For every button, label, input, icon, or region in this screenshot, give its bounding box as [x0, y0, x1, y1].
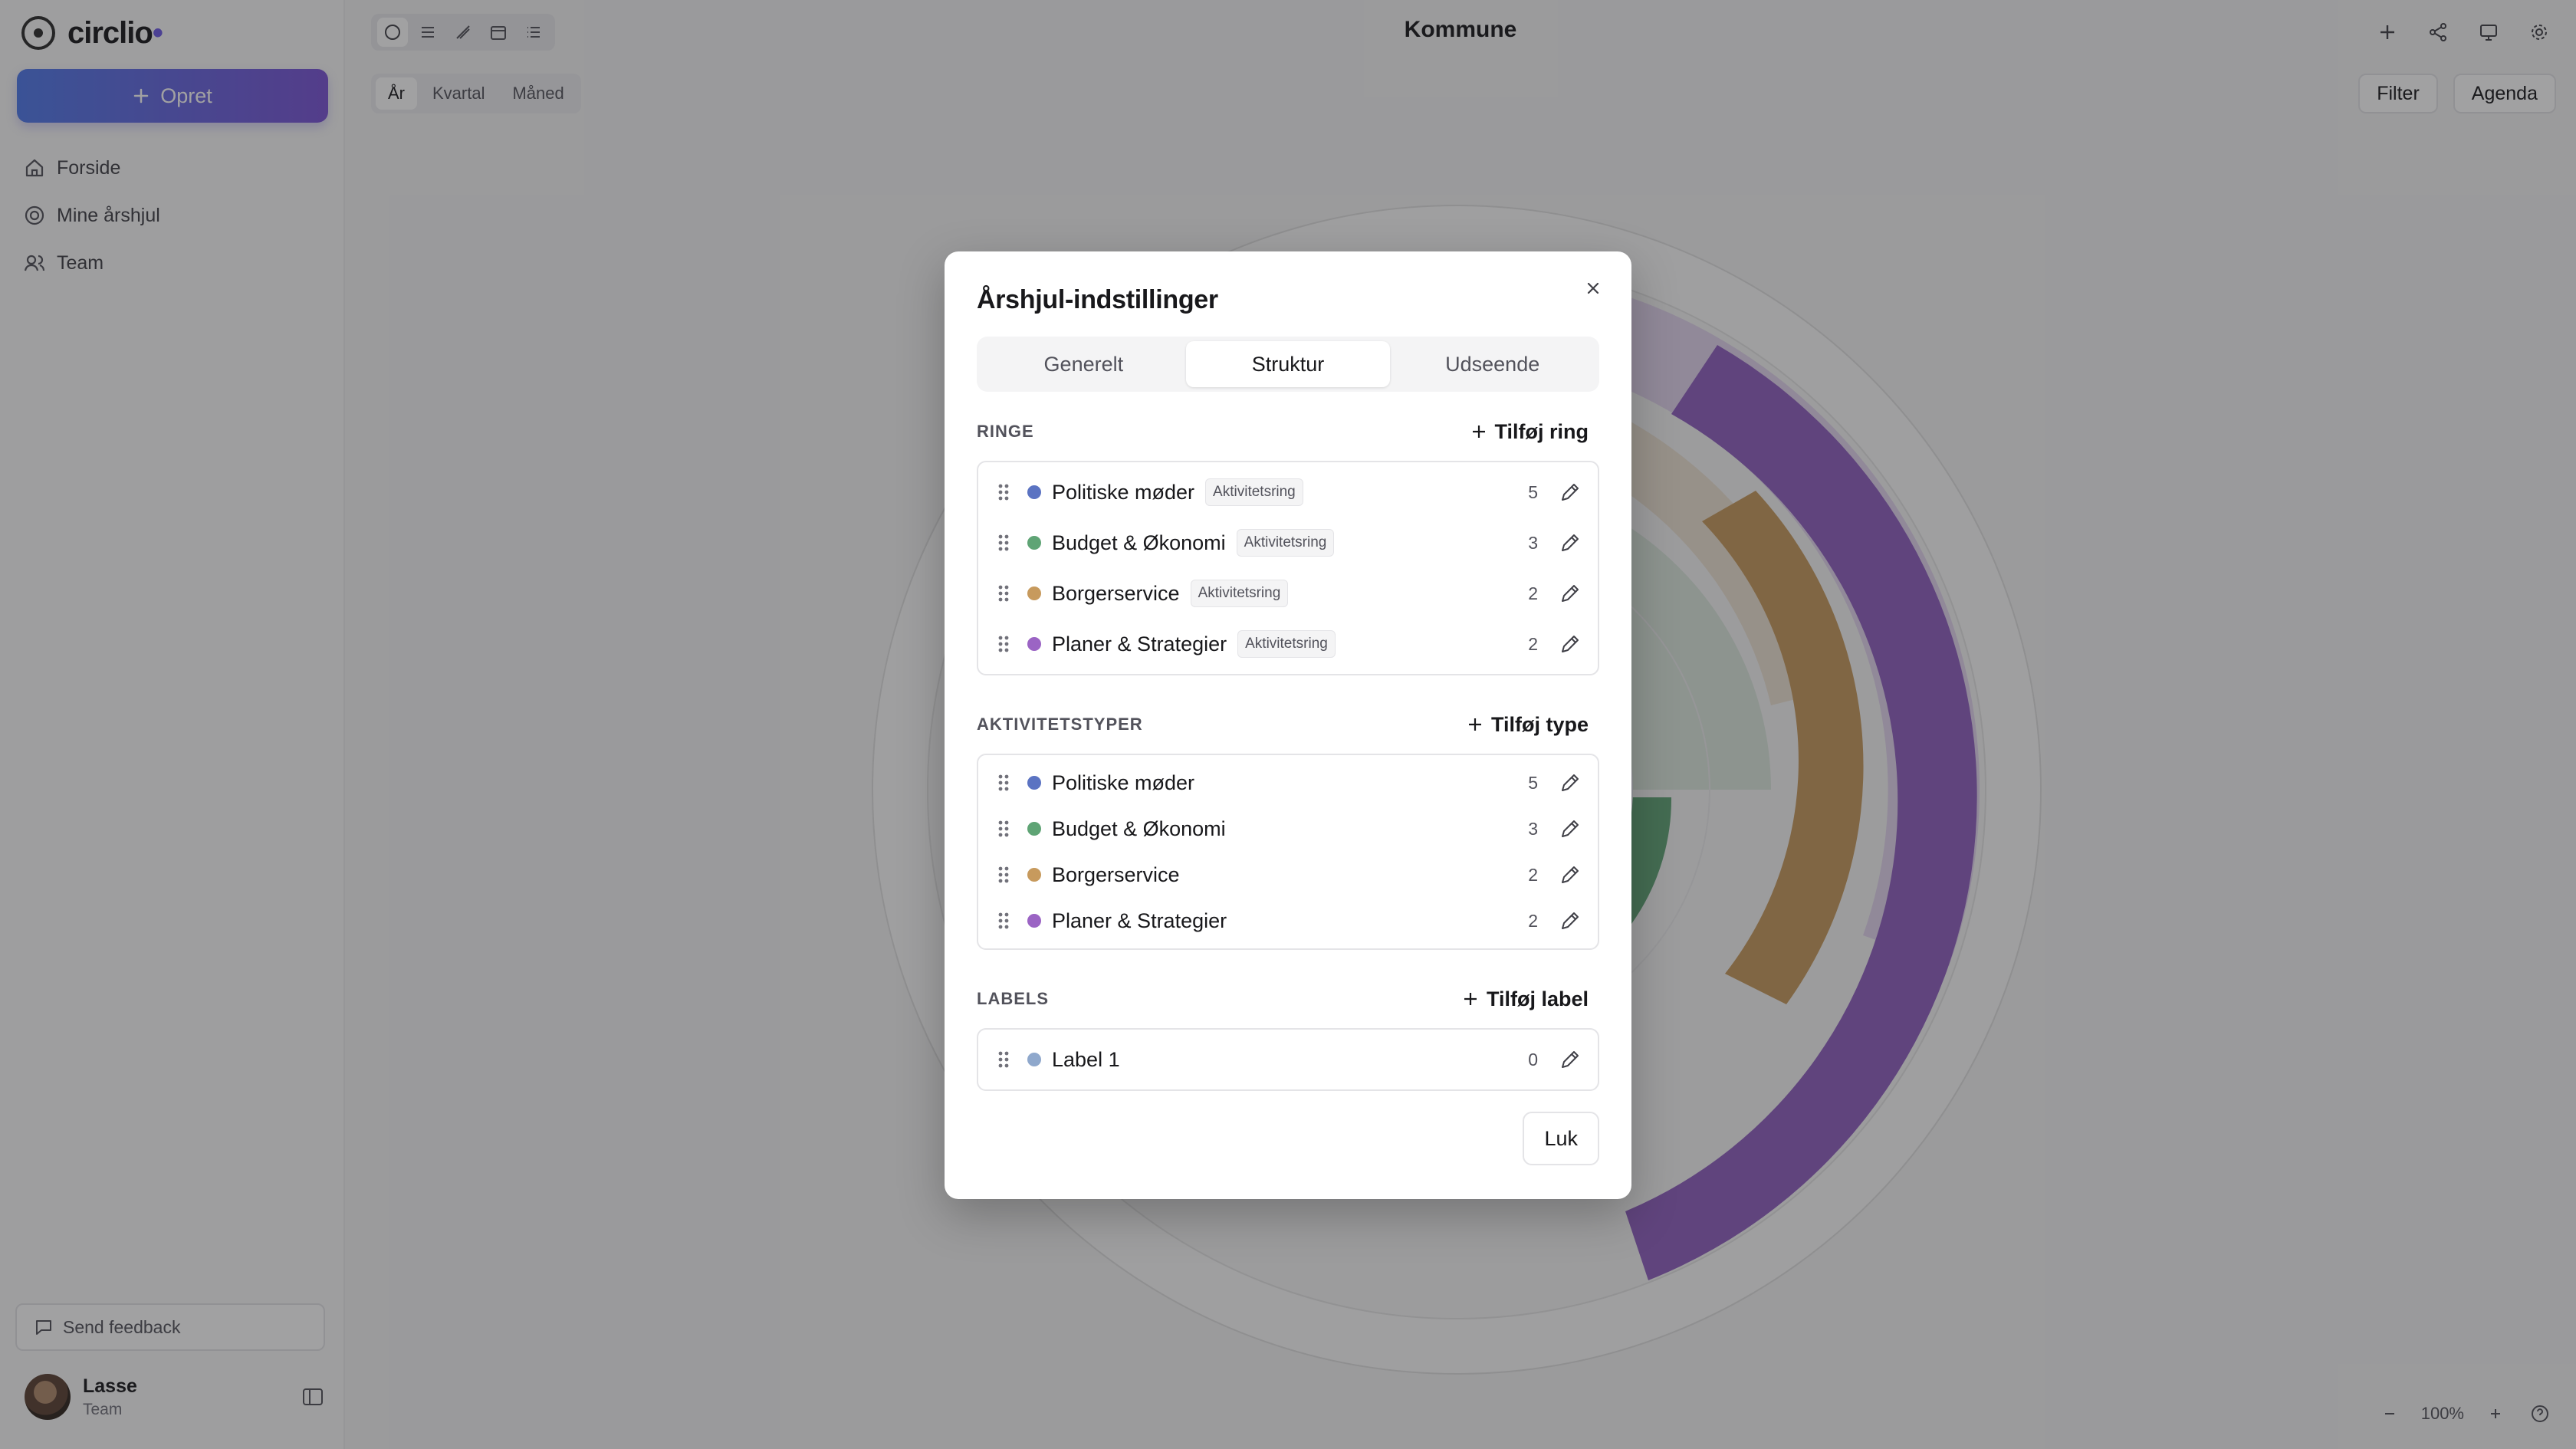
- drag-handle-icon[interactable]: [995, 771, 1012, 794]
- ring-type-badge: Aktivitetsring: [1205, 478, 1303, 506]
- ring-color-dot: [1027, 536, 1041, 550]
- pencil-icon[interactable]: [1558, 480, 1582, 504]
- dialog-tabs: Generelt Struktur Udseende: [977, 337, 1599, 392]
- pencil-icon[interactable]: [1558, 531, 1582, 555]
- add-ring-button[interactable]: Tilføj ring: [1470, 420, 1600, 444]
- ring-name: Borgerservice: [1052, 581, 1180, 605]
- pencil-icon[interactable]: [1558, 816, 1582, 841]
- type-color-dot: [1027, 776, 1041, 790]
- type-name: Politiske møder: [1052, 770, 1195, 794]
- label-name: Label 1: [1052, 1047, 1120, 1071]
- ring-type-badge: Aktivitetsring: [1190, 580, 1289, 607]
- ring-count: 2: [1528, 633, 1538, 654]
- plus-icon: [1468, 718, 1481, 731]
- tab-struktur[interactable]: Struktur: [1185, 341, 1391, 387]
- ring-color-dot: [1027, 485, 1041, 499]
- type-count: 2: [1528, 910, 1538, 931]
- labels-section: LABELS Tilføj label Label 1 0: [977, 981, 1599, 1091]
- type-row[interactable]: Budget & Økonomi 3: [978, 806, 1598, 852]
- drag-handle-icon[interactable]: [995, 817, 1012, 840]
- pencil-icon[interactable]: [1558, 770, 1582, 795]
- label-count: 0: [1528, 1049, 1538, 1070]
- close-button[interactable]: [1578, 273, 1608, 304]
- close-icon: [1587, 282, 1599, 294]
- ring-row[interactable]: Budget & Økonomi Aktivitetsring 3: [978, 518, 1598, 568]
- drag-handle-icon[interactable]: [995, 531, 1012, 554]
- plus-icon: [1464, 993, 1477, 1005]
- ring-count: 5: [1528, 481, 1538, 502]
- pencil-icon[interactable]: [1558, 863, 1582, 887]
- add-label-button[interactable]: Tilføj label: [1462, 987, 1599, 1011]
- tab-udseende[interactable]: Udseende: [1390, 341, 1595, 387]
- drag-handle-icon[interactable]: [995, 909, 1012, 932]
- rings-title: RINGE: [977, 422, 1034, 441]
- drag-handle-icon[interactable]: [995, 632, 1012, 656]
- type-name: Budget & Økonomi: [1052, 816, 1226, 840]
- ring-type-badge: Aktivitetsring: [1236, 529, 1335, 557]
- types-list: Politiske møder 5 Budget & Økonomi 3 Bor…: [977, 754, 1599, 950]
- drag-handle-icon[interactable]: [995, 1048, 1012, 1071]
- labels-list: Label 1 0: [977, 1028, 1599, 1091]
- ring-type-badge: Aktivitetsring: [1237, 630, 1336, 658]
- ring-count: 3: [1528, 532, 1538, 553]
- pencil-icon[interactable]: [1558, 581, 1582, 606]
- tab-generelt[interactable]: Generelt: [981, 341, 1186, 387]
- add-type-button[interactable]: Tilføj type: [1467, 713, 1599, 737]
- ring-count: 2: [1528, 583, 1538, 603]
- label-color-dot: [1027, 1053, 1041, 1066]
- close-dialog-button[interactable]: Luk: [1523, 1112, 1599, 1165]
- type-name: Borgerservice: [1052, 863, 1180, 886]
- type-color-dot: [1027, 822, 1041, 836]
- ring-color-dot: [1027, 586, 1041, 600]
- add-ring-label: Tilføj ring: [1494, 419, 1589, 443]
- dialog-title: Årshjul-indstillinger: [977, 285, 1218, 314]
- labels-title: LABELS: [977, 989, 1049, 1008]
- pencil-icon[interactable]: [1558, 1047, 1582, 1072]
- rings-list: Politiske møder Aktivitetsring 5 Budget …: [977, 461, 1599, 675]
- settings-dialog: Årshjul-indstillinger Generelt Struktur …: [945, 251, 1631, 1199]
- drag-handle-icon[interactable]: [995, 582, 1012, 605]
- add-type-label: Tilføj type: [1490, 712, 1589, 736]
- pencil-icon[interactable]: [1558, 632, 1582, 656]
- ring-name: Budget & Økonomi: [1052, 531, 1226, 554]
- type-count: 3: [1528, 818, 1538, 839]
- type-row[interactable]: Borgerservice 2: [978, 852, 1598, 898]
- ring-name: Planer & Strategier: [1052, 632, 1227, 656]
- rings-section: RINGE Tilføj ring Politiske møder Aktivi…: [977, 413, 1599, 675]
- type-name: Planer & Strategier: [1052, 909, 1227, 932]
- pencil-icon[interactable]: [1558, 909, 1582, 933]
- ring-name: Politiske møder: [1052, 480, 1195, 504]
- ring-row[interactable]: Borgerservice Aktivitetsring 2: [978, 568, 1598, 619]
- plus-icon: [1472, 426, 1485, 438]
- add-label-label: Tilføj label: [1486, 987, 1589, 1010]
- types-section: AKTIVITETSTYPER Tilføj type Politiske mø…: [977, 706, 1599, 950]
- drag-handle-icon[interactable]: [995, 481, 1012, 504]
- label-row[interactable]: Label 1 0: [978, 1034, 1598, 1085]
- type-row[interactable]: Planer & Strategier 2: [978, 898, 1598, 944]
- type-count: 5: [1528, 772, 1538, 793]
- types-title: AKTIVITETSTYPER: [977, 715, 1143, 734]
- type-row[interactable]: Politiske møder 5: [978, 760, 1598, 806]
- ring-row[interactable]: Planer & Strategier Aktivitetsring 2: [978, 619, 1598, 669]
- type-color-dot: [1027, 868, 1041, 882]
- type-count: 2: [1528, 864, 1538, 885]
- ring-row[interactable]: Politiske møder Aktivitetsring 5: [978, 467, 1598, 518]
- type-color-dot: [1027, 914, 1041, 928]
- ring-color-dot: [1027, 637, 1041, 651]
- drag-handle-icon[interactable]: [995, 863, 1012, 886]
